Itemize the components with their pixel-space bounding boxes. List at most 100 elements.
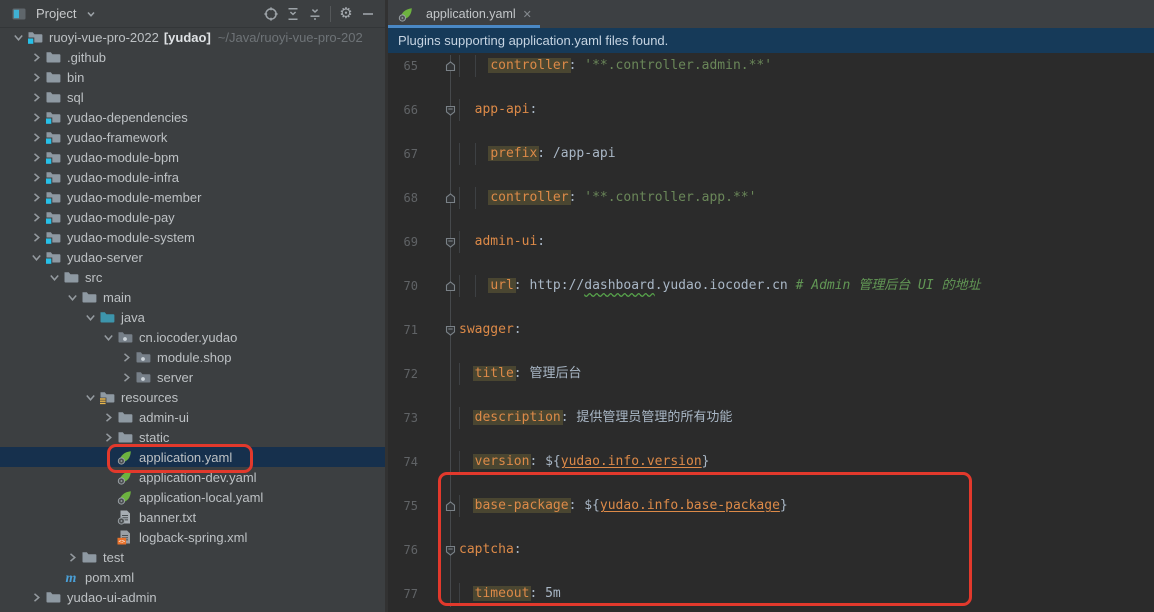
code-line-73[interactable]: 73 description: 提供管理员管理的所有功能	[388, 407, 1154, 429]
folder-icon	[45, 69, 61, 85]
chevron-collapsed-icon[interactable]	[28, 209, 45, 225]
code-token[interactable]: yudao.info.version	[561, 454, 702, 469]
code-line-70[interactable]: 70 url: http://dashboard.yudao.iocoder.c…	[388, 275, 1154, 297]
chevron-collapsed-icon[interactable]	[28, 89, 45, 105]
fold-marker-icon[interactable]	[444, 499, 457, 512]
settings-gear-icon[interactable]: ⚙	[335, 3, 357, 25]
svg-text:<>: <>	[118, 539, 125, 545]
fold-marker-icon[interactable]	[444, 191, 457, 204]
chevron-collapsed-icon[interactable]	[64, 549, 81, 565]
tree-item-yudao-dependencies[interactable]: yudao-dependencies	[0, 107, 385, 127]
tree-item-label: ruoyi-vue-pro-2022	[49, 30, 159, 45]
chevron-expanded-icon[interactable]	[82, 309, 99, 325]
chevron-collapsed-icon[interactable]	[28, 169, 45, 185]
chevron-expanded-icon[interactable]	[10, 29, 27, 45]
chevron-expanded-icon[interactable]	[100, 329, 117, 345]
tree-item-yudao-module-system[interactable]: yudao-module-system	[0, 227, 385, 247]
tree-item-module.shop[interactable]: module.shop	[0, 347, 385, 367]
line-number: 68	[388, 187, 418, 209]
tree-item-yudao-module-infra[interactable]: yudao-module-infra	[0, 167, 385, 187]
tree-item-java[interactable]: java	[0, 307, 385, 327]
chevron-collapsed-icon[interactable]	[28, 149, 45, 165]
code-line-65[interactable]: 65 controller: '**.controller.admin.**'	[388, 55, 1154, 77]
chevron-collapsed-icon[interactable]	[100, 429, 117, 445]
tab-application-yaml[interactable]: application.yaml ✕	[388, 0, 540, 28]
tree-item-yudao-server[interactable]: yudao-server	[0, 247, 385, 267]
fold-marker-icon[interactable]	[444, 235, 457, 248]
chevron-collapsed-icon[interactable]	[100, 409, 117, 425]
code-line-76[interactable]: 76captcha:	[388, 539, 1154, 561]
tree-item-application.yaml[interactable]: application.yaml	[0, 447, 385, 467]
collapse-selection-icon[interactable]	[304, 3, 326, 25]
tree-item-application-local.yaml[interactable]: application-local.yaml	[0, 487, 385, 507]
code-line-66[interactable]: 66 app-api:	[388, 99, 1154, 121]
tree-item-logback-spring.xml[interactable]: <>logback-spring.xml	[0, 527, 385, 547]
fold-marker-icon[interactable]	[444, 103, 457, 116]
tree-item-cn.iocoder.yudao[interactable]: cn.iocoder.yudao	[0, 327, 385, 347]
txt-icon	[117, 509, 133, 525]
code-area[interactable]: 65 controller: '**.controller.admin.**' 6…	[388, 53, 1154, 612]
notification-banner: Plugins supporting application.yaml file…	[388, 28, 1154, 53]
tree-item-application-dev.yaml[interactable]: application-dev.yaml	[0, 467, 385, 487]
code-line-68[interactable]: 68 controller: '**.controller.app.**'	[388, 187, 1154, 209]
tree-item-yudao-module-bpm[interactable]: yudao-module-bpm	[0, 147, 385, 167]
tree-item-static[interactable]: static	[0, 427, 385, 447]
chevron-collapsed-icon[interactable]	[118, 349, 135, 365]
chevron-collapsed-icon[interactable]	[118, 369, 135, 385]
tree-item-test[interactable]: test	[0, 547, 385, 567]
tree-item-ruoyi-vue-pro-2022[interactable]: ruoyi-vue-pro-2022[yudao]~/Java/ruoyi-vu…	[0, 27, 385, 47]
tree-item-bin[interactable]: bin	[0, 67, 385, 87]
tree-item-banner.txt[interactable]: banner.txt	[0, 507, 385, 527]
module-icon	[45, 109, 61, 125]
chevron-collapsed-icon[interactable]	[28, 589, 45, 605]
tree-item-resources[interactable]: resources	[0, 387, 385, 407]
fold-marker-icon[interactable]	[444, 323, 457, 336]
chevron-expanded-icon[interactable]	[28, 249, 45, 265]
tree-item-main[interactable]: main	[0, 287, 385, 307]
tree-item-yudao-ui-admin[interactable]: yudao-ui-admin	[0, 587, 385, 607]
tree-item-partial[interactable]	[0, 607, 385, 612]
tree-item-yudao-module-pay[interactable]: yudao-module-pay	[0, 207, 385, 227]
tree-item-yudao-framework[interactable]: yudao-framework	[0, 127, 385, 147]
code-token: description	[475, 410, 561, 425]
dropdown-chevron-icon[interactable]	[80, 3, 102, 25]
collapse-all-icon[interactable]	[282, 3, 304, 25]
code-line-67[interactable]: 67 prefix: /app-api	[388, 143, 1154, 165]
chevron-collapsed-icon[interactable]	[28, 229, 45, 245]
code-line-72[interactable]: 72 title: 管理后台	[388, 363, 1154, 385]
code-token: :	[569, 190, 585, 205]
chevron-collapsed-icon[interactable]	[28, 109, 45, 125]
code-line-77[interactable]: 77 timeout: 5m	[388, 583, 1154, 605]
code-line-71[interactable]: 71swagger:	[388, 319, 1154, 341]
tree-item-src[interactable]: src	[0, 267, 385, 287]
code-token	[459, 366, 475, 381]
tree-item-sql[interactable]: sql	[0, 87, 385, 107]
code-line-74[interactable]: 74 version: ${yudao.info.version}	[388, 451, 1154, 473]
code-token	[459, 454, 475, 469]
chevron-expanded-icon[interactable]	[46, 269, 63, 285]
tree-item-yudao-module-member[interactable]: yudao-module-member	[0, 187, 385, 207]
code-line-75[interactable]: 75 base-package: ${yudao.info.base-packa…	[388, 495, 1154, 517]
tree-item-.github[interactable]: .github	[0, 47, 385, 67]
editor: application.yaml ✕ Plugins supporting ap…	[388, 0, 1154, 612]
package-icon	[117, 329, 133, 345]
chevron-expanded-icon[interactable]	[82, 389, 99, 405]
fold-marker-icon[interactable]	[444, 59, 457, 72]
tree-item-server[interactable]: server	[0, 367, 385, 387]
chevron-collapsed-icon[interactable]	[28, 69, 45, 85]
chevron-collapsed-icon[interactable]	[28, 49, 45, 65]
chevron-expanded-icon[interactable]	[64, 289, 81, 305]
tree-item-admin-ui[interactable]: admin-ui	[0, 407, 385, 427]
code-line-69[interactable]: 69 admin-ui:	[388, 231, 1154, 253]
tree-item-pom.xml[interactable]: mpom.xml	[0, 567, 385, 587]
fold-marker-icon[interactable]	[444, 279, 457, 292]
code-token[interactable]: yudao.info.base-package	[600, 498, 780, 513]
code-text: base-package: ${yudao.info.base-package}	[459, 495, 788, 517]
chevron-placeholder	[100, 469, 117, 485]
chevron-collapsed-icon[interactable]	[28, 129, 45, 145]
locate-icon[interactable]	[260, 3, 282, 25]
close-icon[interactable]: ✕	[523, 8, 532, 21]
chevron-collapsed-icon[interactable]	[28, 189, 45, 205]
hide-panel-icon[interactable]	[357, 3, 379, 25]
fold-marker-icon[interactable]	[444, 543, 457, 556]
